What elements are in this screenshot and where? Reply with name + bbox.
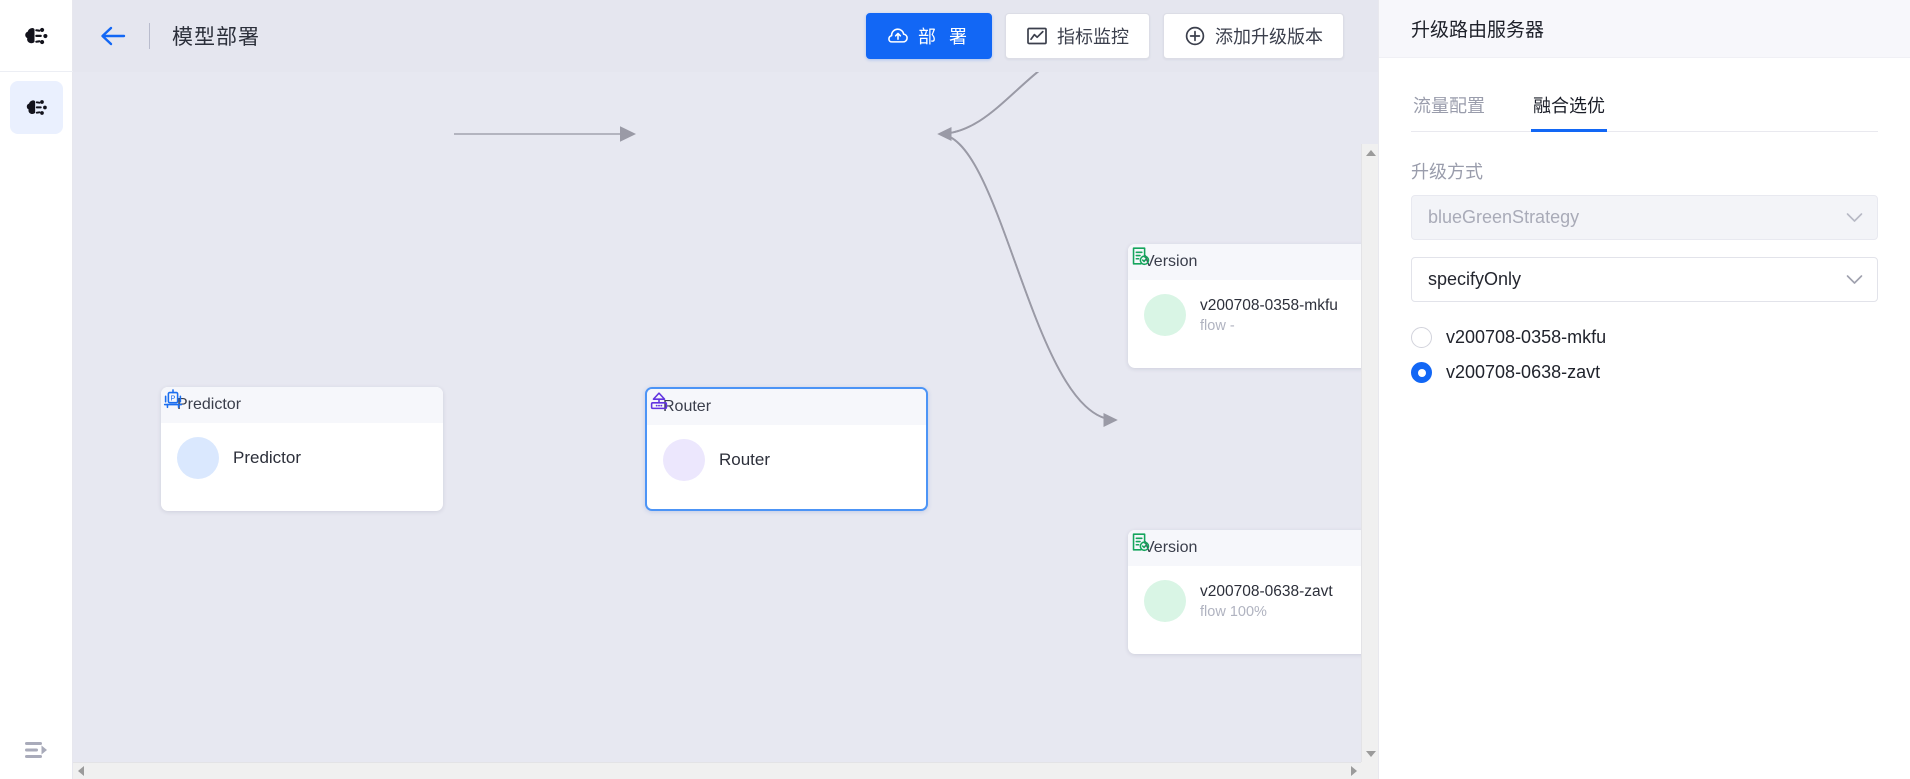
mode-select[interactable]: specifyOnly bbox=[1411, 257, 1878, 302]
flow-node-predictor[interactable]: Predictor bbox=[161, 387, 443, 511]
scroll-down-button[interactable] bbox=[1362, 745, 1378, 762]
scroll-up-button[interactable] bbox=[1362, 144, 1378, 161]
tab-traffic-config[interactable]: 流量配置 bbox=[1411, 82, 1487, 131]
scroll-down-arrow-icon bbox=[1366, 751, 1376, 757]
tab-label: 流量配置 bbox=[1413, 96, 1485, 116]
tab-label: 融合选优 bbox=[1533, 96, 1605, 116]
scroll-up-arrow-icon bbox=[1366, 150, 1376, 156]
flow-node-router[interactable]: Router bbox=[645, 387, 928, 511]
app-root: 模型部署 部 署 指标监控 bbox=[0, 0, 1910, 779]
node-name: v200708-0358-mkfu bbox=[1200, 297, 1338, 315]
version-radio-group: v200708-0358-mkfu v200708-0638-zavt bbox=[1411, 327, 1878, 383]
toolbar-divider bbox=[149, 23, 150, 49]
router-icon bbox=[663, 439, 705, 481]
node-header: Router bbox=[647, 389, 926, 425]
cloud-upload-icon bbox=[887, 26, 909, 46]
app-logo bbox=[0, 0, 73, 72]
radio-label: v200708-0638-zavt bbox=[1446, 362, 1600, 383]
radio-option-0[interactable]: v200708-0358-mkfu bbox=[1411, 327, 1878, 348]
collapse-sidebar-icon bbox=[24, 739, 50, 761]
brain-network-icon bbox=[23, 94, 50, 121]
node-header: Predictor bbox=[161, 387, 443, 423]
node-header-label: Predictor bbox=[177, 396, 241, 414]
add-upgrade-version-button-label: 添加升级版本 bbox=[1215, 23, 1323, 49]
tab-fusion-optimize[interactable]: 融合选优 bbox=[1531, 82, 1607, 131]
top-toolbar: 模型部署 部 署 指标监控 bbox=[73, 0, 1378, 72]
back-arrow-icon bbox=[99, 25, 129, 47]
node-name: v200708-0638-zavt bbox=[1200, 583, 1333, 601]
node-text: v200708-0638-zavt flow 100% bbox=[1200, 583, 1333, 620]
toolbar-actions: 部 署 指标监控 添加升级版本 bbox=[866, 13, 1378, 59]
strategy-select[interactable]: blueGreenStrategy bbox=[1411, 195, 1878, 240]
node-flow-value: flow 100% bbox=[1200, 604, 1333, 620]
node-body: P Predictor bbox=[161, 423, 443, 493]
version-check-icon bbox=[1144, 580, 1186, 622]
chevron-down-icon bbox=[1846, 269, 1863, 290]
deploy-button[interactable]: 部 署 bbox=[866, 13, 992, 59]
rail-item-list bbox=[0, 72, 72, 134]
predictor-icon: P bbox=[177, 437, 219, 479]
right-panel: 升级路由服务器 流量配置 融合选优 升级方式 blueGreenStrategy… bbox=[1378, 0, 1910, 779]
node-header-label: Version bbox=[1144, 253, 1197, 271]
radio-label: v200708-0358-mkfu bbox=[1446, 327, 1606, 348]
canvas-vertical-scrollbar[interactable] bbox=[1361, 144, 1378, 762]
left-rail bbox=[0, 0, 73, 779]
sidebar-item-model-service[interactable] bbox=[10, 81, 63, 134]
node-body: v200708-0358-mkfu flow - bbox=[1128, 280, 1378, 350]
upgrade-method-label: 升级方式 bbox=[1411, 158, 1878, 184]
node-header: Version bbox=[1128, 244, 1378, 280]
collapse-sidebar-button[interactable] bbox=[0, 739, 73, 761]
metrics-monitor-button-label: 指标监控 bbox=[1057, 23, 1129, 49]
plus-circle-icon bbox=[1184, 25, 1206, 47]
node-body: v200708-0638-zavt flow 100% bbox=[1128, 566, 1378, 636]
back-button[interactable] bbox=[99, 25, 129, 47]
mode-select-value: specifyOnly bbox=[1428, 269, 1521, 290]
node-flow-value: flow - bbox=[1200, 318, 1338, 334]
brain-network-icon bbox=[21, 21, 51, 51]
node-header-label: Version bbox=[1144, 539, 1197, 557]
right-panel-body: 流量配置 融合选优 升级方式 blueGreenStrategy specify… bbox=[1379, 58, 1910, 383]
radio-icon-checked[interactable] bbox=[1411, 362, 1432, 383]
node-name: Router bbox=[719, 450, 770, 470]
node-text: v200708-0358-mkfu flow - bbox=[1200, 297, 1338, 334]
scroll-right-button[interactable] bbox=[1346, 766, 1361, 776]
version-check-icon bbox=[1144, 294, 1186, 336]
scrollbar-corner bbox=[1361, 762, 1378, 779]
right-panel-header: 升级路由服务器 bbox=[1379, 0, 1910, 58]
node-header: Version bbox=[1128, 530, 1378, 566]
metrics-monitor-button[interactable]: 指标监控 bbox=[1005, 13, 1150, 59]
node-text: Predictor bbox=[233, 448, 301, 468]
scroll-left-arrow-icon bbox=[78, 766, 84, 776]
add-upgrade-version-button[interactable]: 添加升级版本 bbox=[1163, 13, 1344, 59]
chart-monitor-icon bbox=[1026, 26, 1048, 46]
page-title: 模型部署 bbox=[172, 21, 260, 51]
deploy-button-label: 部 署 bbox=[918, 23, 971, 49]
right-panel-tabs: 流量配置 融合选优 bbox=[1411, 82, 1878, 132]
canvas-horizontal-scrollbar[interactable] bbox=[73, 762, 1378, 779]
right-panel-title: 升级路由服务器 bbox=[1411, 15, 1544, 42]
radio-option-1[interactable]: v200708-0638-zavt bbox=[1411, 362, 1878, 383]
scroll-left-button[interactable] bbox=[73, 766, 88, 776]
radio-icon[interactable] bbox=[1411, 327, 1432, 348]
svg-text:P: P bbox=[171, 393, 176, 402]
flow-canvas[interactable]: Predictor bbox=[73, 72, 1361, 762]
chevron-down-icon bbox=[1846, 207, 1863, 228]
canvas-area: Predictor bbox=[73, 72, 1378, 779]
flow-node-version-2[interactable]: Version bbox=[1128, 530, 1378, 654]
node-body: Router bbox=[647, 425, 926, 495]
main-column: 模型部署 部 署 指标监控 bbox=[73, 0, 1378, 779]
flow-graph: Predictor bbox=[73, 72, 1361, 762]
flow-node-version-1[interactable]: Version bbox=[1128, 244, 1378, 368]
strategy-select-value: blueGreenStrategy bbox=[1428, 207, 1579, 228]
node-text: Router bbox=[719, 450, 770, 470]
node-name: Predictor bbox=[233, 448, 301, 468]
scroll-right-arrow-icon bbox=[1351, 766, 1357, 776]
